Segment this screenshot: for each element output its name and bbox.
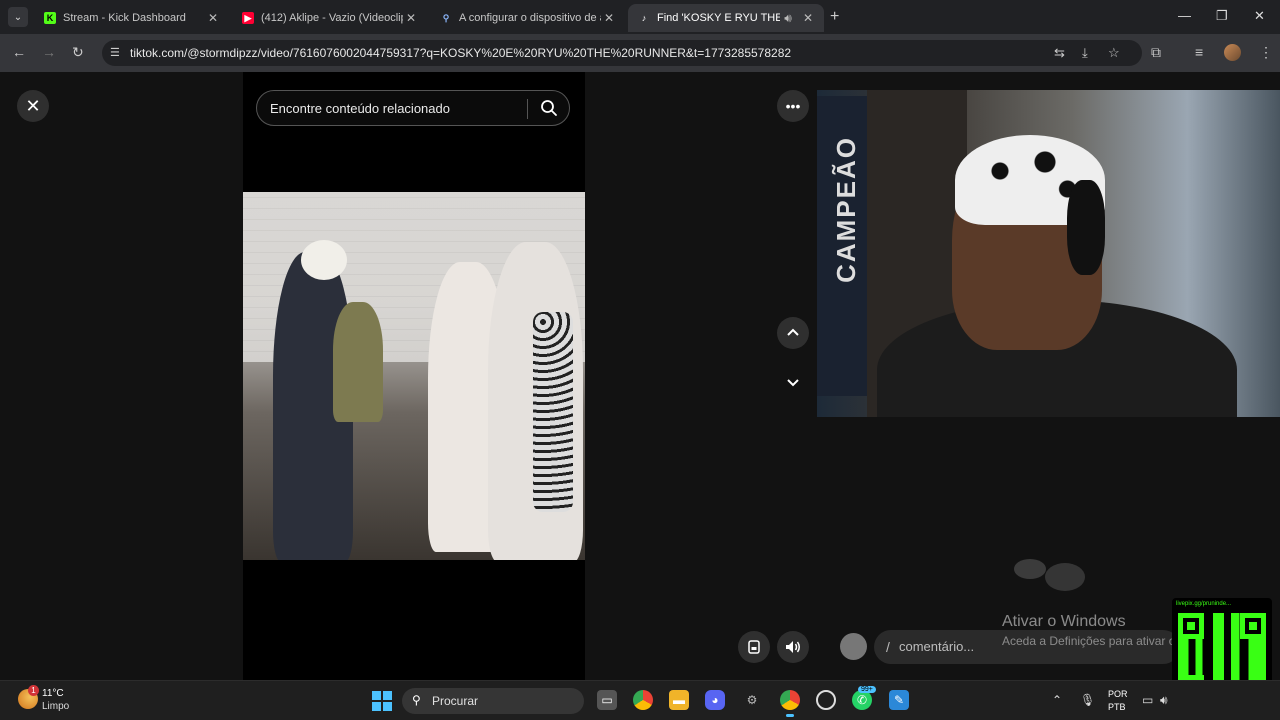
search-icon: ⚲ (442, 12, 450, 23)
activation-watermark-subtitle: Aceda a Definições para ativar o (1002, 634, 1176, 648)
speaker-icon[interactable]: 🔊︎ (780, 11, 796, 26)
snipping-tool-icon[interactable]: ✎ (889, 690, 909, 710)
video-leopard-sleeve (533, 312, 573, 512)
webcam-banner-text: CAMPEÃO (831, 136, 861, 283)
divider (527, 99, 528, 119)
site-info-icon[interactable]: ☰ (110, 46, 120, 59)
media-control-icon[interactable]: ≡ (1195, 44, 1203, 60)
speaker-icon[interactable]: 🔊︎ (1160, 693, 1168, 708)
weather-temperature[interactable]: 11°C (42, 688, 64, 699)
menu-kebab-icon[interactable]: ⋮ (1259, 44, 1273, 61)
windows-logo-icon (372, 691, 381, 700)
youtube-icon: ▶ (242, 12, 254, 24)
webcam-overlay: CAMPEÃO (817, 90, 1280, 417)
browser-tab-strip: ⌄ K Stream - Kick Dashboard ✕ ▶ (412) Ak… (0, 0, 1280, 34)
bookmark-star-icon[interactable]: ☆ (1108, 45, 1120, 61)
tab-close-icon[interactable]: ✕ (205, 11, 221, 25)
windows-logo-icon (372, 702, 381, 711)
tab-label: Stream - Kick Dashboard (63, 12, 186, 24)
weather-description[interactable]: Limpo (42, 701, 69, 712)
settings-gear-icon[interactable]: ⚙ (742, 690, 762, 710)
browser-toolbar: ← → ↻ ☰ tiktok.com/@stormdipzz/video/761… (0, 34, 1280, 72)
activation-watermark-title: Ativar o Windows (1002, 613, 1126, 630)
kick-icon: K (44, 12, 56, 24)
extensions-icon[interactable]: ⧉ (1151, 44, 1161, 61)
chevron-up-icon (787, 328, 799, 336)
video-cap (301, 240, 347, 280)
related-search-placeholder: Encontre conteúdo relacionado (270, 101, 450, 116)
start-button[interactable] (372, 691, 392, 711)
comment-placeholder: comentário... (899, 639, 975, 654)
related-search-box[interactable]: Encontre conteúdo relacionado (256, 90, 570, 126)
file-explorer-icon[interactable]: ▬ (669, 690, 689, 710)
forward-button[interactable]: → (42, 44, 56, 60)
user-avatar (840, 633, 867, 660)
qr-label: livepix.gg/pruninde... (1176, 601, 1232, 607)
whatsapp-icon[interactable]: ✆ (852, 690, 872, 710)
volume-button[interactable] (777, 631, 809, 663)
tab-youtube[interactable]: ▶ (412) Aklipe - Vazio (Videoclipe ✕ (232, 4, 427, 32)
tab-search-button[interactable]: ⌄ (8, 7, 28, 27)
video-person (333, 302, 383, 422)
close-window-button[interactable]: ✕ (1254, 8, 1265, 24)
maximize-button[interactable]: ❐ (1216, 8, 1228, 24)
chevron-down-icon (787, 379, 799, 387)
address-url: tiktok.com/@stormdipzz/video/76160760020… (130, 46, 792, 60)
windows-logo-icon (383, 702, 392, 711)
search-icon[interactable] (539, 98, 559, 118)
qr-finder (1240, 613, 1266, 639)
show-hidden-icons-chevron-icon[interactable]: ⌃ (1052, 693, 1062, 707)
tab-close-icon[interactable]: ✕ (403, 11, 419, 25)
captions-button[interactable] (738, 631, 770, 663)
captions-icon (748, 640, 760, 654)
obs-icon[interactable] (816, 690, 836, 710)
install-icon[interactable]: ⤓ (1082, 45, 1088, 61)
next-video-button[interactable] (777, 366, 809, 398)
search-icon: ⚲ (412, 693, 421, 707)
tab-label: A configurar o dispositivo de á (459, 12, 601, 24)
close-viewer-button[interactable]: ✕ (17, 90, 49, 122)
windows-logo-icon (383, 691, 392, 700)
volume-icon (786, 641, 800, 653)
tab-close-icon[interactable]: ✕ (800, 11, 816, 25)
activation-watermark-icon (1014, 559, 1085, 591)
taskbar-search[interactable]: ⚲ Procurar (402, 688, 584, 714)
language-indicator[interactable]: POR (1108, 689, 1128, 699)
back-button[interactable]: ← (12, 44, 26, 60)
tab-label: (412) Aklipe - Vazio (Videoclipe (261, 12, 403, 24)
webcam-headphones (1067, 180, 1105, 275)
microphone-icon[interactable]: 🎙︎ (1080, 693, 1095, 707)
tab-search-results[interactable]: ⚲ A configurar o dispositivo de á ✕ (430, 4, 625, 32)
windows-taskbar: 1 11°C Limpo ⚲ Procurar ▭ ▬ ◕ ⚙ ✆ 99+ ✎ … (0, 680, 1280, 720)
webcam-banner: CAMPEÃO (817, 96, 867, 396)
new-tab-button[interactable]: + (830, 8, 839, 26)
tab-kick-dashboard[interactable]: K Stream - Kick Dashboard ✕ (34, 4, 229, 32)
tab-label: Find 'KOSKY E RYU THE RU (657, 12, 780, 24)
discord-icon[interactable]: ◕ (705, 690, 725, 710)
tiktok-icon: ♪ (641, 13, 647, 23)
qr-finder (1178, 613, 1204, 639)
taskbar-search-placeholder: Procurar (432, 694, 479, 708)
address-bar[interactable]: ☰ tiktok.com/@stormdipzz/video/761607600… (102, 40, 1142, 66)
tiktok-video-viewer: ✕ Encontre conteúdo relacionado ••• CAMP… (0, 72, 1280, 680)
tab-close-icon[interactable]: ✕ (601, 11, 617, 25)
more-options-button[interactable]: ••• (777, 90, 809, 122)
reload-button[interactable]: ↻ (72, 44, 84, 61)
network-icon[interactable]: ▭ (1142, 693, 1153, 707)
chrome-profile-icon[interactable] (780, 690, 800, 717)
minimize-button[interactable]: — (1178, 8, 1191, 23)
chrome-icon[interactable] (633, 690, 653, 710)
translate-icon[interactable]: ⇆ (1054, 45, 1065, 61)
weather-badge: 1 (28, 685, 39, 696)
video-frame[interactable] (243, 192, 585, 560)
previous-video-button[interactable] (777, 317, 809, 349)
profile-avatar[interactable] (1224, 44, 1241, 61)
tab-tiktok[interactable]: ♪ Find 'KOSKY E RYU THE RU 🔊︎ ✕ (628, 4, 824, 32)
keyboard-layout-indicator[interactable]: PTB (1108, 702, 1126, 712)
task-view-icon[interactable]: ▭ (597, 690, 617, 710)
comment-prefix: / (886, 639, 890, 655)
notification-badge: 99+ (858, 686, 876, 693)
